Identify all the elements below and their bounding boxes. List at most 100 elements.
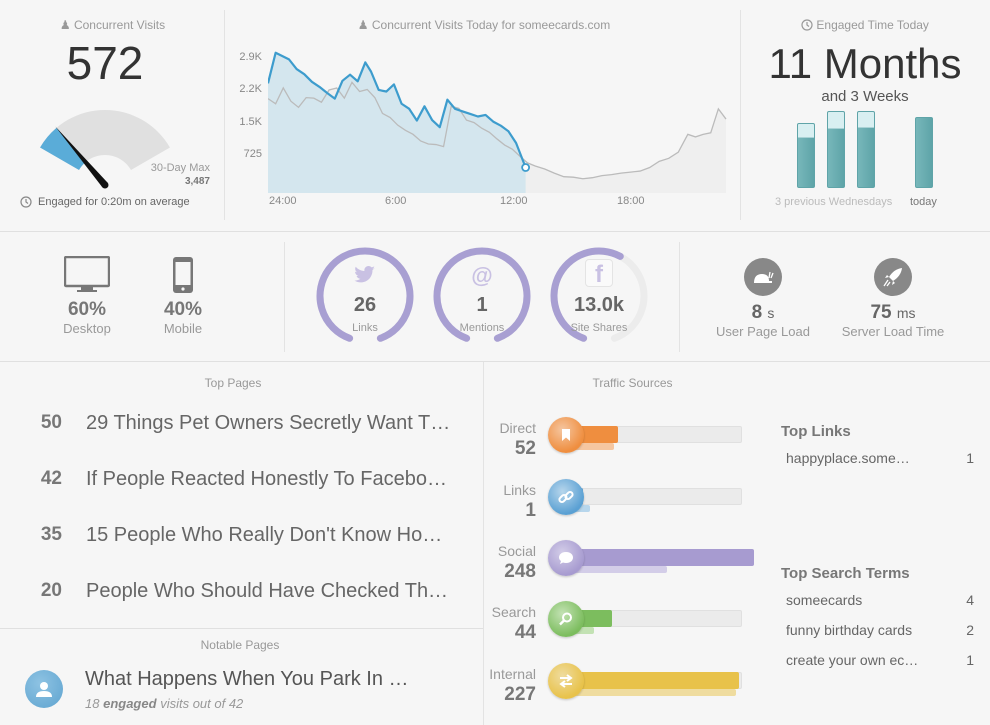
perf-value: 8 s — [751, 302, 775, 323]
max-label: 30-Day Max — [150, 162, 210, 174]
engaged-time-bars — [740, 110, 990, 188]
y-tick: 2.2K — [239, 83, 262, 95]
top-page-title[interactable]: 15 People Who Really Don't Know Ho… — [86, 524, 442, 547]
rocket-icon — [874, 258, 912, 296]
traffic-source-track — [572, 488, 742, 505]
link-text[interactable]: happyplace.some… — [778, 450, 958, 466]
traffic-source-bar[interactable] — [560, 549, 754, 566]
facebook-icon: f — [549, 259, 649, 288]
search-icon — [548, 601, 584, 637]
x-tick: 24:00 — [269, 195, 297, 207]
divider — [0, 231, 990, 232]
perf-label: User Page Load — [716, 324, 810, 339]
search-count: 4 — [966, 592, 974, 608]
traffic-source-previous — [560, 689, 737, 696]
perf-value: 75 ms — [870, 302, 916, 323]
link-icon — [548, 479, 584, 515]
device-pct: 40% — [163, 299, 203, 320]
social-links: 26 Links — [315, 246, 415, 346]
current-point — [521, 163, 531, 172]
search-term-row[interactable]: someecards 4 — [778, 587, 978, 613]
engaged-time-bar — [857, 110, 875, 188]
x-tick: 18:00 — [617, 195, 645, 207]
traffic-source-value: 44 — [514, 622, 536, 643]
user-icon: ♟ — [357, 18, 369, 32]
search-term[interactable]: someecards — [778, 592, 958, 608]
top-page-row[interactable]: 42 If People Reacted Honestly To Facebo… — [0, 459, 480, 499]
social-label: Site Shares — [570, 322, 628, 334]
top-page-title[interactable]: People Who Should Have Checked Th… — [86, 580, 448, 603]
notable-page-stats: 18 engaged visits out of 42 — [85, 696, 244, 711]
top-page-row[interactable]: 50 29 Things Pet Owners Secretly Want T… — [0, 403, 480, 443]
gauge-needle-hub — [101, 181, 109, 189]
engaged-time-bar — [797, 122, 815, 188]
snail-icon — [744, 258, 782, 296]
today-label: today — [910, 196, 937, 208]
social-label: Links — [352, 322, 378, 334]
today-area — [268, 52, 526, 193]
search-term[interactable]: create your own ec… — [778, 652, 958, 668]
device-label: Mobile — [163, 321, 203, 336]
top-page-row[interactable]: 35 15 People Who Really Don't Know Ho… — [0, 515, 480, 555]
chat-icon — [548, 540, 584, 576]
y-tick: 1.5K — [239, 116, 262, 128]
user-icon: ♟ — [59, 18, 71, 32]
social-label: Mentions — [459, 322, 505, 334]
notable-page-link[interactable]: What Happens When You Park In … — [85, 668, 409, 691]
top-links-title: Top Links — [781, 423, 851, 440]
search-term-row[interactable]: funny birthday cards 2 — [778, 617, 978, 643]
link-count: 1 — [966, 450, 974, 466]
bar-cap — [858, 111, 874, 128]
divider — [284, 242, 285, 352]
mobile-icon — [173, 257, 193, 293]
traffic-source-label: Internal — [489, 666, 536, 682]
divider — [224, 10, 225, 220]
traffic-source-label: Direct — [499, 420, 536, 436]
engaged-time-bar — [827, 110, 845, 188]
divider — [679, 242, 680, 352]
traffic-sources-title: Traffic Sources — [592, 376, 673, 390]
search-term-row[interactable]: create your own ec… 1 — [778, 647, 978, 673]
top-search-terms-title: Top Search Terms — [781, 565, 910, 582]
traffic-source-label: Search — [491, 604, 536, 620]
top-page-row[interactable]: 20 People Who Should Have Checked Th… — [0, 571, 480, 611]
chart-title: ♟ Concurrent Visits Today for someecards… — [357, 18, 611, 32]
top-page-title[interactable]: 29 Things Pet Owners Secretly Want T… — [86, 412, 450, 435]
x-tick: 12:00 — [500, 195, 528, 207]
top-page-title[interactable]: If People Reacted Honestly To Facebo… — [86, 468, 447, 491]
traffic-source-value: 52 — [514, 438, 536, 459]
desktop-icon — [63, 255, 111, 292]
notable-pages-title: Notable Pages — [200, 638, 280, 652]
top-page-count: 42 — [40, 468, 62, 489]
traffic-source-bar[interactable] — [560, 672, 740, 689]
bar-cap — [798, 123, 814, 139]
y-tick: 2.9K — [239, 51, 262, 63]
top-pages-title: Top Pages — [204, 376, 262, 390]
device-mobile: 40% Mobile — [148, 256, 218, 336]
search-term[interactable]: funny birthday cards — [778, 622, 958, 638]
twitter-icon — [315, 266, 415, 289]
engaged-time-sub: and 3 Weeks — [821, 88, 909, 105]
engaged-average: Engaged for 0:20m on average — [20, 196, 190, 208]
traffic-source-label: Links — [503, 482, 536, 498]
max-value: 3,487 — [184, 176, 210, 187]
user-icon — [36, 682, 52, 697]
top-page-count: 50 — [40, 412, 62, 433]
bookmark-icon — [548, 417, 584, 453]
swap-icon — [548, 663, 584, 699]
traffic-source-value: 248 — [504, 561, 536, 582]
engaged-time-title: Engaged Time Today — [740, 18, 990, 32]
perf-label: Server Load Time — [841, 324, 945, 339]
concurrent-visits-chart — [268, 51, 727, 193]
social-shares: f 13.0k Site Shares — [549, 246, 649, 346]
clock-icon — [20, 196, 32, 208]
top-link-row[interactable]: happyplace.some… 1 — [778, 445, 978, 471]
clock-icon — [801, 19, 813, 31]
device-pct: 60% — [67, 299, 107, 320]
concurrent-visits-title: ♟ Concurrent Visits — [59, 18, 166, 32]
traffic-source-value: 1 — [525, 500, 536, 521]
user-page-load: 8 s User Page Load — [713, 258, 813, 339]
top-page-count: 20 — [40, 580, 62, 601]
bar-cap — [828, 111, 844, 129]
concurrent-visits-value: 572 — [66, 37, 144, 89]
